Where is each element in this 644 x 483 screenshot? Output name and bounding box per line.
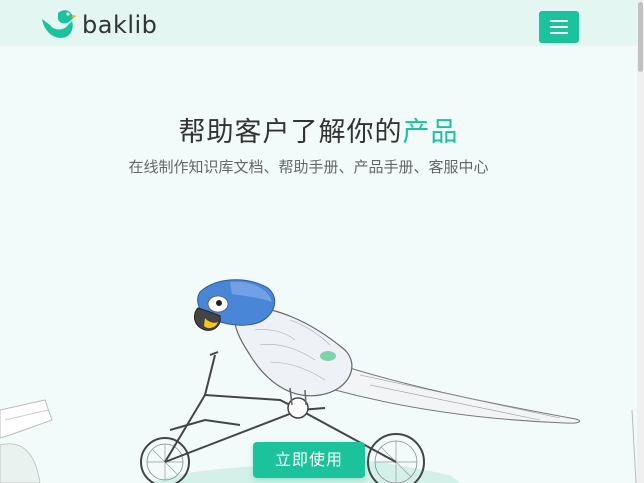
header-bar: baklib xyxy=(0,0,637,46)
menu-button[interactable] xyxy=(539,11,579,43)
bird-logo-icon xyxy=(42,10,77,38)
baklib-logo[interactable]: baklib xyxy=(38,7,163,43)
scrollbar[interactable] xyxy=(637,0,644,483)
hamburger-menu-icon-line xyxy=(550,32,568,34)
start-using-button[interactable]: 立即使用 xyxy=(253,442,365,478)
hamburger-menu-icon-line xyxy=(550,26,568,28)
hero-title: 帮助客户了解你的产品 xyxy=(0,110,637,149)
hero-subtitle: 在线制作知识库文档、帮助手册、产品手册、客服中心 xyxy=(128,158,489,176)
logo-text: baklib xyxy=(82,11,158,39)
hamburger-menu-icon-line xyxy=(550,20,568,22)
scrollbar-thumb[interactable] xyxy=(638,2,643,72)
hero-title-accent: 产品 xyxy=(402,117,459,148)
hero-title-main: 帮助客户了解你的 xyxy=(178,117,403,148)
